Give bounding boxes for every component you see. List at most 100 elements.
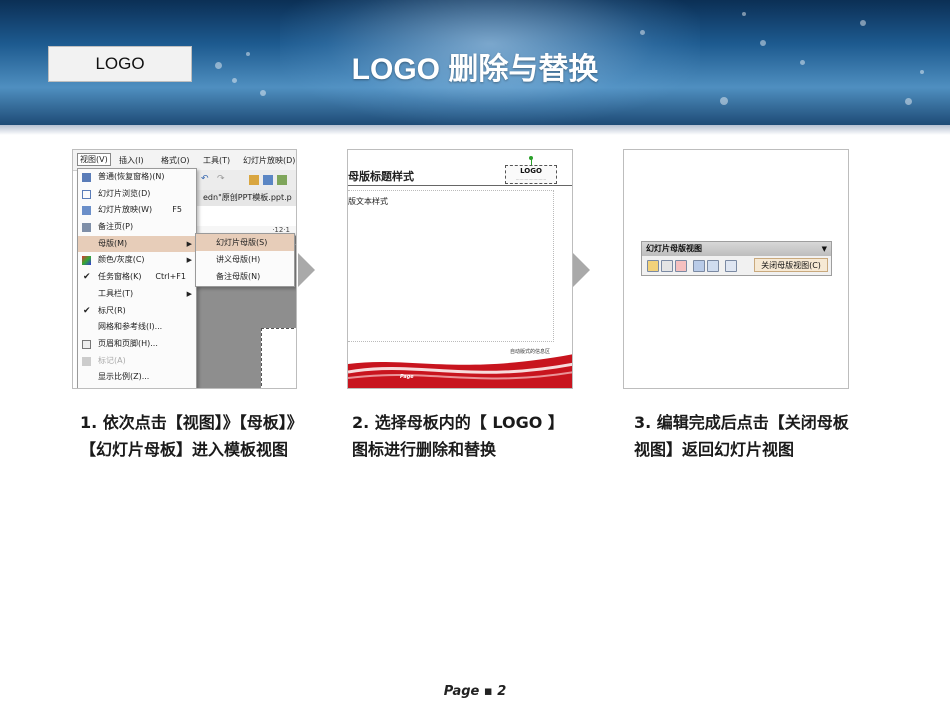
insert-title-master-icon[interactable] [661,260,673,272]
view-dropdown-menu: 普通(恢复窗格)(N) 幻灯片浏览(D) 幻灯片放映(W) F5 备注页(P) 母… [77,168,197,388]
header-shadow [0,125,950,135]
slide-sorter-icon [82,189,91,199]
menu-item-label: 幻灯片放映(W) [98,205,153,215]
body-placeholder[interactable] [348,190,554,342]
menu-item-header-footer[interactable]: 页眉和页脚(H)... [78,336,196,353]
submenu-item-notes-master[interactable]: 备注母版(N) [196,268,294,285]
body-text-placeholder: 版文本样式 [348,197,388,206]
bubble [232,78,237,83]
menu-item-label: 母版(M) [98,238,128,248]
delete-master-icon[interactable] [675,260,687,272]
notes-page-icon [82,223,91,233]
submenu-item-slide-master[interactable]: 幻灯片母版(S) [196,234,294,251]
master-submenu: 幻灯片母版(S) 讲义母版(H) 备注母版(N) [195,233,295,287]
step-arrow-icon [298,253,315,287]
step3-caption: 3. 编辑完成后点击【关闭母板视图】返回幻灯片视图 [634,413,849,459]
menu-item-label: 幻灯片浏览(D) [98,188,151,198]
bubble [920,70,924,74]
menu-item-slideshow[interactable]: 幻灯片放映(W) F5 [78,202,196,219]
menu-item-label: 颜色/灰度(C) [98,255,145,265]
color-grayscale-icon [82,256,91,266]
menu-item-normal[interactable]: 普通(恢复窗格)(N) [78,169,196,186]
bubble [860,20,866,26]
logo-object-text: LOGO [520,167,542,175]
checkmark-icon: ✔ [83,305,91,316]
screenshot-master-toolbar: 幻灯片母版视图 ▼ 关闭母版视图(C) [623,149,849,389]
table-icon [263,175,273,185]
menu-format[interactable]: 格式(O) [161,155,190,166]
screenshot-view-menu: 视图(V) 插入(I) 格式(O) 工具(T) 幻灯片放映(D) ↶ ↷ edn… [72,149,297,389]
undo-icon: ↶ [201,174,209,184]
background-toolbar: ↶ ↷ [191,170,296,191]
menu-item-label: 页眉和页脚(H)... [98,338,158,348]
checkmark-icon: ✔ [83,272,91,283]
logo-object[interactable]: LOGO........................ [505,165,557,184]
rotate-handle-icon[interactable] [529,156,533,160]
menu-insert[interactable]: 插入(I) [119,155,144,166]
screenshot-slide-master: 母版标题样式 LOGO........................ 版文本样… [347,149,573,389]
chart-icon [249,175,259,185]
menu-item-toolbars[interactable]: 工具栏(T) ▶ [78,286,196,303]
submenu-item-handout-master[interactable]: 讲义母版(H) [196,251,294,268]
menu-item-label: 任务窗格(K) [98,272,142,282]
logo-object-tagline: ........................ [515,176,547,181]
redo-icon: ↷ [217,174,225,184]
toolbar-title: 幻灯片母版视图 [646,244,702,253]
red-wave-decoration [348,354,572,388]
slide-corner [261,328,296,388]
step-arrow-icon [573,253,590,287]
menu-slideshow[interactable]: 幻灯片放映(D) [243,155,295,166]
menu-item-label: 显示比例(Z)... [98,372,150,382]
menu-item-shortcut: F5 [172,205,182,215]
menu-item-shortcut: Ctrl+F1 [155,272,186,282]
bubble [720,97,728,105]
rename-master-icon[interactable] [707,260,719,272]
menu-item-task-pane[interactable]: ✔ 任务窗格(K) Ctrl+F1 [78,269,196,286]
bubble [640,30,645,35]
menu-view[interactable]: 视图(V) [77,153,111,166]
menu-item-color-grayscale[interactable]: 颜色/灰度(C) ▶ [78,252,196,269]
submenu-arrow-icon: ▶ [186,256,192,265]
menu-item-ruler[interactable]: ✔ 标尺(R) [78,303,196,320]
menu-tools[interactable]: 工具(T) [203,155,230,166]
logo-placeholder: LOGO [48,46,192,82]
menu-item-zoom[interactable]: 显示比例(Z)... [78,369,196,386]
picture-icon [277,175,287,185]
title-underline [348,185,572,186]
menu-item-markup[interactable]: 标记(A) [78,353,196,370]
bubble [760,40,766,46]
menu-item-notes-page[interactable]: 备注页(P) [78,219,196,236]
menu-item-master[interactable]: 母版(M) ▶ [78,235,196,253]
toolbar-dropdown-icon[interactable]: ▼ [822,242,827,256]
page-title: LOGO 删除与替换 [351,53,599,86]
page-label: Page [400,374,414,380]
menu-item-label: 普通(恢复窗格)(N) [98,172,165,181]
normal-view-icon [82,173,91,182]
submenu-arrow-icon: ▶ [186,289,192,298]
header-banner: LOGO LOGO 删除与替换 [0,0,950,125]
menu-item-label: 备注页(P) [98,222,134,232]
menu-item-label: 标尺(R) [98,305,126,315]
step1-caption: 1. 依次点击【视图】》【母板】》【幻灯片母板】进入模板视图 [80,413,295,459]
preserve-master-icon[interactable] [693,260,705,272]
slide-master-toolbar: 幻灯片母版视图 ▼ 关闭母版视图(C) [641,241,832,276]
close-master-view-button[interactable]: 关闭母版视图(C) [754,258,828,272]
menu-item-grid-guides[interactable]: 网格和参考线(I)... [78,319,196,336]
step2-caption: 2. 选择母板内的【 LOGO 】图标进行删除和替换 [352,413,564,459]
bubble [905,98,912,105]
bubble [800,60,805,65]
page-number: Page ▪ 2 [443,684,507,699]
bubble [215,62,222,69]
markup-icon [82,356,91,366]
master-layout-icon[interactable] [725,260,737,272]
menu-item-label: 工具栏(T) [98,288,134,298]
bubble [742,12,746,16]
menu-item-label: 网格和参考线(I)... [98,322,163,332]
insert-new-master-icon[interactable] [647,260,659,272]
header-footer-icon [82,339,91,349]
bubble [260,90,266,96]
slideshow-icon [82,206,91,216]
file-title-bar: edn"原创PPT模板.ppt.p [191,190,296,206]
menu-item-slide-sorter[interactable]: 幻灯片浏览(D) [78,186,196,203]
master-title-placeholder: 母版标题样式 [348,170,414,183]
